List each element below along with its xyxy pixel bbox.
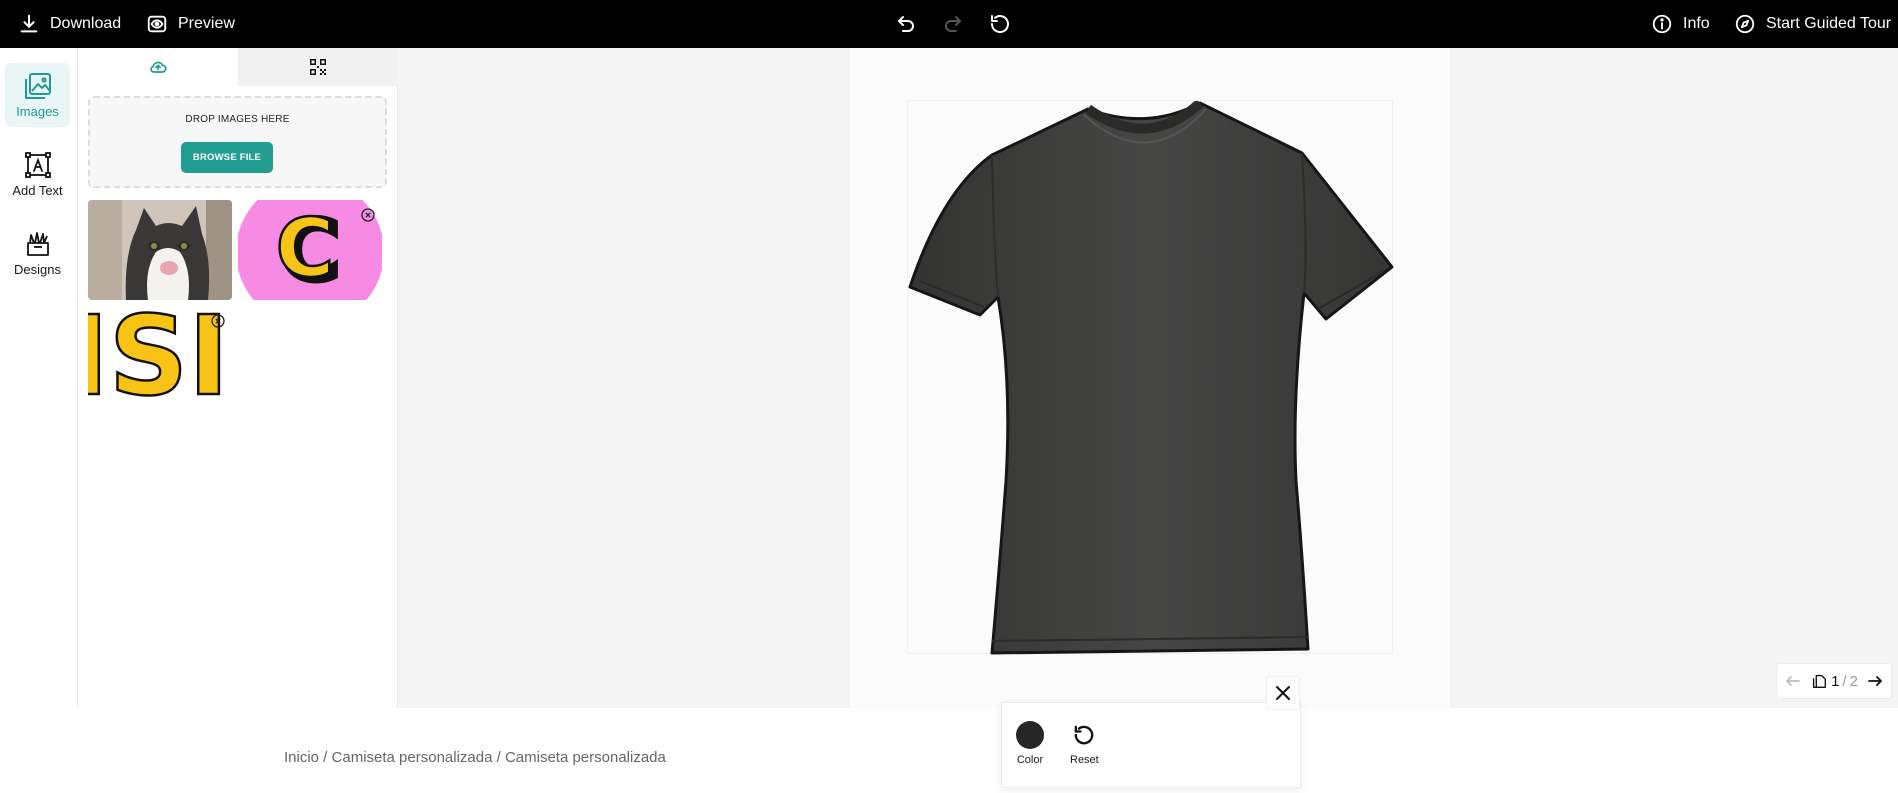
designs-icon xyxy=(26,232,49,256)
images-panel: DROP IMAGES HERE BROWSE FILE C C ISI xyxy=(78,48,398,708)
info-button[interactable]: Info xyxy=(1651,0,1710,48)
eye-icon xyxy=(147,15,167,33)
qr-code-icon xyxy=(310,59,326,75)
info-label: Info xyxy=(1683,15,1710,32)
left-sidebar: Images Add Text Designs xyxy=(0,48,78,708)
color-swatch xyxy=(1016,721,1044,749)
top-toolbar: Download Preview Info Start Guided Tour xyxy=(0,0,1898,48)
sidebar-item-designs[interactable]: Designs xyxy=(5,221,70,285)
print-area[interactable] xyxy=(907,99,1394,655)
download-label: Download xyxy=(50,15,122,32)
drop-images-text: DROP IMAGES HERE xyxy=(185,114,290,125)
start-guided-tour-label: Start Guided Tour xyxy=(1766,15,1892,32)
reset-icon[interactable] xyxy=(988,12,1012,36)
browse-file-label: BROWSE FILE xyxy=(192,152,262,163)
page-separator: / xyxy=(1842,672,1847,690)
reset-label: Reset xyxy=(1070,754,1099,766)
preview-label: Preview xyxy=(178,15,235,32)
letters-text: ISI xyxy=(88,306,229,406)
color-label: Color xyxy=(1016,754,1044,766)
reset-icon xyxy=(1075,725,1094,745)
cloud-upload-icon xyxy=(150,61,167,73)
redo-icon[interactable] xyxy=(941,12,965,36)
design-workspace xyxy=(398,48,1898,708)
page-counter: 1/2 xyxy=(1810,672,1858,690)
cat-photo xyxy=(88,200,232,300)
download-icon xyxy=(20,14,38,33)
uploaded-image-cat[interactable] xyxy=(88,200,232,300)
tab-upload[interactable] xyxy=(78,48,238,86)
sidebar-item-label: Images xyxy=(16,104,59,119)
next-page-icon[interactable] xyxy=(1865,671,1885,691)
color-button[interactable]: Color xyxy=(1016,721,1044,766)
browse-file-button[interactable]: BROWSE FILE xyxy=(181,142,273,173)
images-icon xyxy=(24,73,51,99)
sidebar-item-images[interactable]: Images xyxy=(5,63,70,127)
sidebar-item-add-text[interactable]: Add Text xyxy=(5,142,70,206)
preview-button[interactable]: Preview xyxy=(146,0,235,48)
start-guided-tour-button[interactable]: Start Guided Tour xyxy=(1734,0,1891,48)
reset-button[interactable]: Reset xyxy=(1070,721,1099,766)
artboard xyxy=(850,48,1450,708)
current-page: 1 xyxy=(1831,672,1840,690)
download-button[interactable]: Download xyxy=(18,0,121,48)
info-icon xyxy=(1652,14,1672,34)
page-navigator: 1/2 xyxy=(1776,663,1892,699)
compass-icon xyxy=(1735,14,1755,34)
add-text-icon xyxy=(24,152,51,178)
close-icon xyxy=(1276,686,1290,700)
total-pages: 2 xyxy=(1849,672,1858,690)
tshirt-mockup[interactable] xyxy=(908,99,1394,655)
remove-image-icon[interactable] xyxy=(361,208,375,222)
sidebar-item-label: Designs xyxy=(14,262,61,277)
undo-icon[interactable] xyxy=(894,12,918,36)
product-options-popup: Color Reset xyxy=(1001,702,1301,788)
panel-tabs xyxy=(78,48,398,86)
pages-icon xyxy=(1812,674,1827,688)
close-popup-button[interactable] xyxy=(1266,676,1300,710)
sidebar-item-label: Add Text xyxy=(12,183,63,198)
remove-image-icon[interactable] xyxy=(211,314,225,328)
c-logo-letter: C xyxy=(276,202,335,295)
previous-page-icon[interactable] xyxy=(1783,671,1803,691)
breadcrumb[interactable]: Inicio / Camiseta personalizada / Camise… xyxy=(284,749,666,766)
tab-qr-code[interactable] xyxy=(238,48,398,86)
